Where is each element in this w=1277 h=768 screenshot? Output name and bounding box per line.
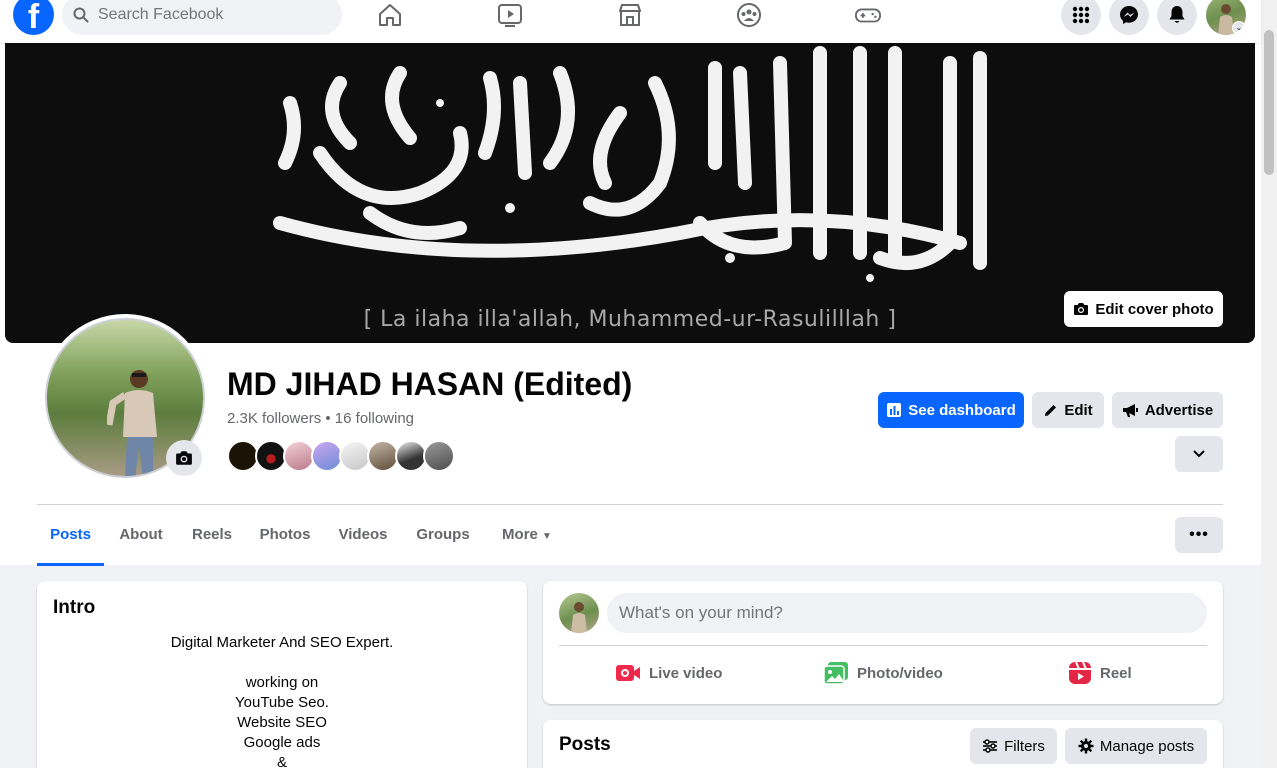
whats-on-your-mind-input[interactable] [607,593,1207,633]
follower-stats[interactable]: 2.3K followers • 16 following [227,410,414,427]
notifications-icon [1169,6,1185,23]
advertise-label: Advertise [1144,401,1214,419]
messenger-icon [1120,6,1138,24]
search-box[interactable] [62,0,342,35]
groups-icon[interactable] [736,2,762,28]
page-scrollbar[interactable] [1261,0,1277,768]
composer-avatar[interactable] [559,593,599,633]
bio-line: & [276,754,287,768]
scrollbar-thumb[interactable] [1264,30,1274,175]
bio-line: Digital Marketer And SEO Expert. [170,634,394,651]
intro-title: Intro [53,597,96,618]
friend-avatar[interactable] [423,440,455,472]
composer-divider [559,645,1207,646]
profile-options-dropdown[interactable] [1175,436,1223,472]
reel-icon [1069,661,1091,684]
more-options-button[interactable]: ••• [1175,517,1223,553]
manage-posts-button[interactable]: Manage posts [1065,728,1207,764]
bio-line [37,653,527,673]
facebook-logo[interactable]: f [13,0,54,35]
composer-avatar-photo [571,602,587,633]
edit-cover-label: Edit cover photo [1095,300,1214,318]
top-navigation-bar: f ⌄ [0,0,1261,43]
photo-video-icon [823,662,848,685]
megaphone-icon [1122,403,1138,417]
tab-reels[interactable]: Reels [181,514,243,566]
intro-bio: Digital Marketer And SEO Expert. working… [37,633,527,768]
video-icon[interactable] [497,2,523,28]
tab-more-label: More [502,526,538,543]
ellipsis-icon: ••• [1189,526,1209,543]
see-dashboard-label: See dashboard [908,401,1016,419]
live-video-button[interactable]: Live video [615,659,722,687]
camera-icon [1074,303,1089,315]
search-input[interactable] [98,2,328,28]
bio-line: Google ads [243,734,321,751]
messenger-button[interactable] [1109,0,1149,35]
bio-line: YouTube Seo. [235,694,329,711]
caret-down-icon: ▼ [542,531,552,542]
tab-more[interactable]: More ▼ [492,514,562,566]
tab-posts[interactable]: Posts [37,514,104,566]
posts-card: Posts Filters Manage posts [543,720,1223,768]
search-icon [73,7,89,23]
tab-photos[interactable]: Photos [251,514,319,566]
posts-title: Posts [559,734,611,755]
filters-button[interactable]: Filters [970,728,1057,764]
edit-cover-photo-button[interactable]: Edit cover photo [1064,291,1223,327]
live-video-label: Live video [649,664,723,682]
menu-grid-icon [1072,6,1090,24]
create-post-card: Live video Photo/video Reel [543,581,1223,704]
tab-groups[interactable]: Groups [409,514,477,566]
photo-video-button[interactable]: Photo/video [823,659,943,687]
manage-posts-label: Manage posts [1099,737,1195,755]
chevron-down-icon [1193,450,1205,458]
filters-label: Filters [1004,737,1045,755]
notifications-button[interactable] [1157,0,1197,35]
advertise-button[interactable]: Advertise [1112,392,1223,428]
photo-video-label: Photo/video [857,664,943,682]
intro-card: Intro Digital Marketer And SEO Expert. w… [37,581,527,768]
bio-line: Website SEO [237,714,327,731]
edit-profile-button[interactable]: Edit [1032,392,1104,428]
reel-label: Reel [1100,664,1132,682]
filters-icon [983,739,998,753]
menu-grid-button[interactable] [1061,0,1101,35]
edit-profile-label: Edit [1064,401,1093,419]
see-dashboard-button[interactable]: See dashboard [878,392,1024,428]
live-video-icon [616,665,640,681]
gaming-icon[interactable] [855,2,881,28]
marketplace-icon[interactable] [617,2,643,28]
profile-name: MD JIHAD HASAN (Edited) [227,366,633,402]
home-icon[interactable] [377,2,403,28]
calligraphy-artwork [273,46,987,282]
pencil-icon [1045,404,1057,416]
dashboard-icon [887,403,902,417]
chevron-down-icon: ⌄ [1232,21,1246,35]
tab-videos[interactable]: Videos [330,514,396,566]
header-divider [37,504,1223,505]
camera-icon [176,451,192,465]
gear-icon [1078,738,1094,754]
account-avatar[interactable]: ⌄ [1206,0,1246,35]
reel-button[interactable]: Reel [1068,659,1132,687]
bio-line: working on [245,674,319,691]
tab-about[interactable]: About [109,514,173,566]
update-profile-photo-button[interactable] [166,440,202,476]
profile-person-figure [107,370,157,476]
